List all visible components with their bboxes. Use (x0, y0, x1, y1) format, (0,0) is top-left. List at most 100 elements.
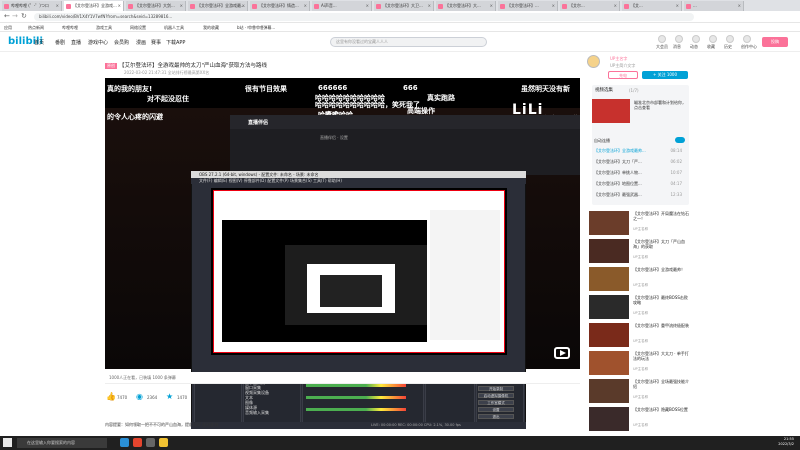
user-menu-label[interactable]: 大会员 (656, 44, 668, 50)
recommend-uploader[interactable]: UP主名称 (633, 423, 648, 428)
user-menu-label[interactable]: 历史 (724, 44, 732, 50)
bookmark-item[interactable]: 哔哩哔哩 (62, 24, 78, 31)
bookmark-item[interactable]: 热点新闻 (28, 24, 44, 31)
recommend-card[interactable]: 【艾尔登法环】太刀「严山血海」的获取 UP主名称 (589, 239, 689, 265)
like-icon[interactable]: 👍 (106, 393, 116, 401)
upload-button[interactable]: 投稿 (762, 37, 788, 47)
obs-source-item[interactable]: 音频输入采集 (245, 410, 269, 416)
user-menu-label[interactable]: 收藏 (707, 44, 715, 50)
playlist-item[interactable]: 【艾尔登法环】单挑人物... 10:07 (594, 168, 686, 177)
obs-menu-bar[interactable]: 文件(F) 编辑(E) 视图(V) 停靠部件(D) 配置文件(P) 场景集合(S… (191, 178, 526, 184)
recommend-thumbnail[interactable] (589, 267, 629, 291)
recommend-thumbnail[interactable] (589, 351, 629, 375)
recommend-thumbnail[interactable] (589, 407, 629, 431)
edge-icon[interactable] (120, 438, 129, 447)
recommend-thumbnail[interactable] (589, 239, 629, 263)
folder-icon[interactable] (159, 438, 168, 447)
taskbar-search[interactable]: 在这里输入你要搜索的内容 (17, 438, 107, 448)
recommend-card[interactable]: 【艾尔登法环】大太刀 · 单手打法的玩法 UP主名称 (589, 351, 689, 377)
recommend-uploader[interactable]: UP主名称 (633, 311, 648, 316)
obs-icon[interactable] (146, 438, 155, 447)
browser-tab[interactable]: 【艾尔... × (560, 1, 620, 11)
chrome-icon[interactable] (133, 438, 142, 447)
playlist-item[interactable]: 【艾尔登法环】地图位置... 04:17 (594, 179, 686, 188)
bookmark-item[interactable]: 游戏工具 (96, 24, 112, 31)
tab-close-icon[interactable]: × (366, 1, 369, 11)
recommend-title[interactable]: 【艾尔登法环】太刀「严山血海」的获取 (633, 239, 689, 249)
browser-tab[interactable]: 【艾尔登法环】... × (498, 1, 558, 11)
user-menu-icon[interactable] (675, 35, 683, 43)
tab-close-icon[interactable]: × (614, 1, 617, 11)
tab-close-icon[interactable]: × (428, 1, 431, 11)
nav-item[interactable]: 游戏中心 (88, 39, 108, 46)
obs-control-button[interactable]: 开始录制 (478, 386, 514, 391)
browser-tab[interactable]: 哔哩哔哩 (゜-゜)つロ × (2, 1, 62, 11)
nav-item[interactable]: 番剧 (55, 39, 65, 46)
browser-tab[interactable]: 【艾尔登法环】大剑... × (126, 1, 186, 11)
recommend-uploader[interactable]: UP主名称 (633, 395, 648, 400)
recommend-title[interactable]: 【艾尔登法环】开局魔法在钻石之一！ (633, 211, 689, 221)
browser-tab[interactable]: 【艾尔登法环】铸造... × (250, 1, 310, 11)
recommend-thumbnail[interactable] (589, 379, 629, 403)
bookmark-item[interactable]: 机器人工具 (164, 24, 184, 31)
recommend-title[interactable]: 【艾尔登法环】全游戏最帅！ (633, 267, 689, 272)
reload-icon[interactable]: ↻ (21, 12, 27, 20)
user-menu-icon[interactable] (726, 35, 734, 43)
playlist-item[interactable]: 【艾尔登法环】太刀「严... 06:02 (594, 157, 686, 166)
recommend-uploader[interactable]: UP主名称 (633, 255, 648, 260)
recommend-card[interactable]: 【艾尔登法环】最终BOSS击败攻略 UP主名称 (589, 295, 689, 321)
browser-tab[interactable]: ... × (684, 1, 744, 11)
bookmark-item[interactable]: 我的收藏 (203, 24, 219, 31)
recommend-title[interactable]: 【艾尔登法环】最终BOSS击败攻略 (633, 295, 689, 305)
playlist-item[interactable]: 【艾尔登法环】最强武器... 12:33 (594, 190, 686, 199)
tab-close-icon[interactable]: × (490, 1, 493, 11)
playlist-item[interactable]: 【艾尔登法环】全游戏最帅... 08:14 (594, 146, 686, 155)
recommend-title[interactable]: 【艾尔登法环】全场最强技能介绍 (633, 379, 689, 389)
recommend-uploader[interactable]: UP主名称 (633, 283, 648, 288)
ad-banner[interactable] (592, 99, 630, 123)
recommend-card[interactable]: 【艾尔登法环】隐藏BOSS位置 UP主名称 (589, 407, 689, 433)
tab-close-icon[interactable]: × (56, 1, 59, 11)
nav-item[interactable]: 直播 (71, 39, 81, 46)
recommend-thumbnail[interactable] (589, 211, 629, 235)
tab-close-icon[interactable]: × (304, 1, 307, 11)
obs-control-button[interactable]: 启动虚拟摄像机 (478, 393, 514, 398)
coin-icon[interactable]: ◉ (136, 393, 144, 401)
back-icon[interactable]: ← (4, 12, 10, 20)
browser-tab[interactable]: 【艾尔登法环】大... × (436, 1, 496, 11)
bookmark-item[interactable]: b站 · 哔哩哔哩弹幕... (237, 24, 275, 31)
recommend-card[interactable]: 【艾尔登法环】全场最强技能介绍 UP主名称 (589, 379, 689, 405)
tab-close-icon[interactable]: × (552, 1, 555, 11)
recommend-card[interactable]: 【艾尔登法环】开局魔法在钻石之一！ UP主名称 (589, 211, 689, 237)
user-menu-icon[interactable] (743, 35, 751, 43)
nav-item[interactable]: 会员购 (114, 39, 129, 46)
obs-control-button[interactable]: 退出 (478, 414, 514, 419)
charge-button[interactable]: 充电 (608, 71, 638, 79)
recommend-uploader[interactable]: UP主名称 (633, 367, 648, 372)
autoplay-toggle[interactable] (675, 137, 685, 143)
recommend-title[interactable]: 【艾尔登法环】隐藏BOSS位置 (633, 407, 689, 412)
tab-close-icon[interactable]: × (180, 1, 183, 11)
nav-item[interactable]: 赛事 (151, 39, 161, 46)
obs-control-button[interactable]: 工作室模式 (478, 400, 514, 405)
tab-close-icon[interactable]: × (676, 1, 679, 11)
browser-tab[interactable]: 【艾尔登法环】全游戏最... × (188, 1, 248, 11)
user-menu-icon[interactable] (658, 35, 666, 43)
browser-tab[interactable]: 【艾... × (622, 1, 682, 11)
browser-tab[interactable]: Ai声音... × (312, 1, 372, 11)
nav-item[interactable]: 下载APP (166, 39, 185, 46)
url-field[interactable]: bilibili.com/video/BV1X4Y1V7wfN?from=sea… (34, 13, 694, 21)
uploader-avatar[interactable] (587, 55, 600, 68)
user-menu-icon[interactable] (692, 35, 700, 43)
user-menu-label[interactable]: 消息 (673, 44, 681, 50)
windows-start-icon[interactable] (3, 438, 12, 447)
uploader-name[interactable]: UP主名字 (610, 56, 627, 62)
user-menu-label[interactable]: 创作中心 (741, 44, 757, 50)
ad-text[interactable]: 瞄准北京市部署和计划给你，点击查看 (634, 100, 689, 110)
recommend-card[interactable]: 【艾尔登法环】重甲流终极配装 UP主名称 (589, 323, 689, 349)
bookmark-item[interactable]: 网络设置 (130, 24, 146, 31)
recommend-uploader[interactable]: UP主名称 (633, 227, 648, 232)
search-input[interactable]: 这里有你没看过的宝藏人人人 (330, 37, 487, 47)
nav-item[interactable]: 漫画 (136, 39, 146, 46)
forward-icon[interactable]: → (12, 12, 18, 20)
